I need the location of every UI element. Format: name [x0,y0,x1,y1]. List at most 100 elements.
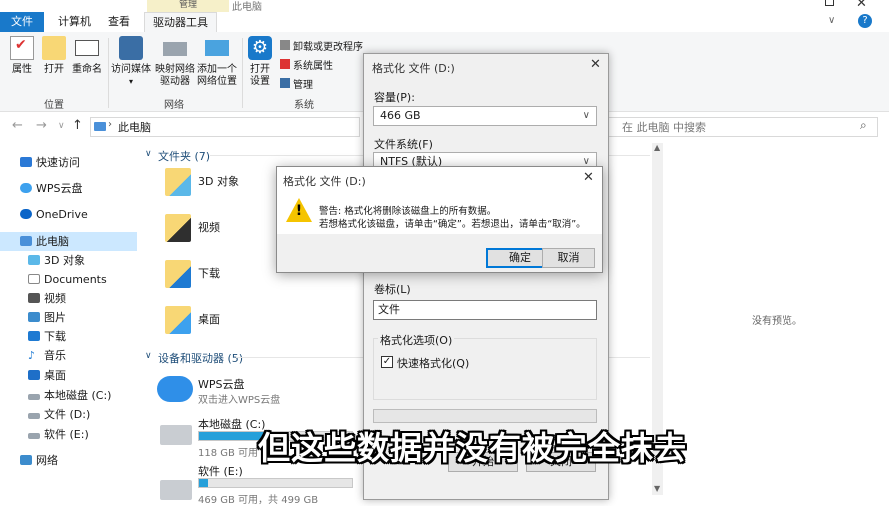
sidebar-item-quick-access[interactable]: 快速访问 [20,154,80,172]
folder-desktop-label[interactable]: 桌面 [198,311,220,327]
sidebar-item-this-pc[interactable]: 此电脑 [20,233,69,251]
chevron-down-icon[interactable]: ∨ [145,149,152,159]
back-arrow-icon[interactable]: ← [12,118,23,133]
sidebar-item-3d[interactable]: 3D 对象 [28,252,85,270]
drive-icon [28,433,40,439]
chevron-down-icon[interactable]: ∨ [58,121,65,131]
sidebar-item-network[interactable]: 网络 [20,452,58,470]
add-network-location-button[interactable]: 添加一个网络位置 [197,36,237,88]
up-arrow-icon[interactable]: ↑ [72,118,83,133]
properties-icon: ✔ [10,36,34,60]
search-placeholder: 在 此电脑 中搜索 [622,121,706,134]
close-icon[interactable]: ✕ [590,57,601,72]
chevron-down-icon[interactable]: ∨ [145,351,152,361]
devices-header[interactable]: 设备和驱动器 (5) [158,350,243,366]
maximize-icon[interactable] [825,0,834,6]
uninstall-program-button[interactable]: 卸载或更改程序 [280,38,363,53]
media-icon [119,36,143,60]
window-close-icon[interactable]: ✕ [856,0,867,11]
rename-button[interactable]: 重命名 [70,36,104,76]
tab-drive-tools[interactable]: 驱动器工具 [144,12,217,32]
tab-computer[interactable]: 计算机 [50,12,99,32]
group-label-network: 网络 [164,100,184,111]
access-media-button[interactable]: 访问媒体 ▾ [111,36,151,88]
volume-label: 卷标(L) [374,283,411,296]
computer-manage-icon [280,78,290,88]
close-icon[interactable]: ✕ [583,170,594,185]
warning-line-1: 警告: 格式化将删除该磁盘上的所有数据。 [319,206,497,217]
warning-dialog: 格式化 文件 (D:) ✕ ! 警告: 格式化将删除该磁盘上的所有数据。 若想格… [276,166,603,273]
sidebar-item-drive-c[interactable]: 本地磁盘 (C:) [28,387,111,405]
sidebar-item-documents[interactable]: Documents [28,271,107,289]
system-properties-button[interactable]: 系统属性 [280,57,333,72]
volume-input[interactable]: 文件 [373,300,597,320]
document-icon [28,274,40,284]
forward-arrow-icon[interactable]: → [36,118,47,133]
folder-videos-icon[interactable] [165,214,191,242]
map-network-drive-button[interactable]: 映射网络驱动器 [155,36,195,88]
tab-view[interactable]: 查看 [100,12,138,32]
capacity-select[interactable]: 466 GB ∨ [373,106,597,126]
folder-downloads-icon[interactable] [165,260,191,288]
drive-e-size: 469 GB 可用，共 499 GB [198,495,319,506]
sidebar-item-drive-e[interactable]: 软件 (E:) [28,426,89,444]
sidebar-item-videos[interactable]: 视频 [28,290,66,308]
chevron-down-icon: ▾ [128,77,133,86]
sidebar-item-downloads[interactable]: 下载 [28,328,66,346]
folder-downloads-label[interactable]: 下载 [198,265,220,281]
folders-header[interactable]: 文件夹 (7) [158,148,210,164]
drive-c-icon[interactable] [160,425,192,445]
scroll-up-icon[interactable]: ▲ [654,143,660,152]
cancel-button[interactable]: 取消 [542,248,595,268]
picture-icon [28,312,40,322]
folder-videos-label[interactable]: 视频 [198,219,220,235]
tab-file[interactable]: 文件 [0,12,44,32]
wps-cloud-icon[interactable] [157,376,193,402]
filesystem-label: 文件系统(F) [374,138,433,151]
folder-desktop-icon[interactable] [165,306,191,334]
ribbon-separator [108,38,109,108]
title-bar [0,0,889,12]
folder-3d-label[interactable]: 3D 对象 [198,173,239,189]
wps-cloud-sub: 双击进入WPS云盘 [198,395,281,406]
chevron-down-icon[interactable]: ∨ [828,15,835,26]
sidebar-item-drive-d[interactable]: 文件 (D:) [28,406,90,424]
cloud-icon [20,183,32,193]
drive-e-label[interactable]: 软件 (E:) [198,463,243,479]
wps-cloud-label[interactable]: WPS云盘 [198,376,245,392]
pc-icon [20,236,32,246]
drive-c-label[interactable]: 本地磁盘 (C:) [198,416,265,432]
warning-exclamation: ! [295,203,303,219]
desktop-icon [28,370,40,380]
rename-icon [75,40,99,56]
folder-open-icon [42,36,66,60]
folder-3d-icon[interactable] [165,168,191,196]
drive-e-usage-fill [199,479,209,487]
help-icon[interactable]: ? [858,14,872,28]
sidebar-item-desktop[interactable]: 桌面 [28,367,66,385]
network-icon [20,455,32,465]
search-icon[interactable]: ⌕ [860,118,867,133]
sidebar-item-pictures[interactable]: 图片 [28,309,66,327]
format-progress-bar [373,409,597,423]
quick-format-checkbox[interactable]: ✓ [381,356,393,368]
cube-icon [28,255,40,265]
sidebar-item-wps[interactable]: WPS云盘 [20,180,83,198]
preview-text: 没有预览。 [752,316,802,327]
uninstall-icon [280,40,290,50]
scroll-down-icon[interactable]: ▼ [654,484,660,493]
open-settings-button[interactable]: ⚙ 打开设置 [246,36,274,88]
manage-button[interactable]: 管理 [280,76,313,91]
properties-button[interactable]: ✔ 属性 [8,36,36,76]
drive-e-icon[interactable] [160,480,192,500]
chevron-right-icon: › [108,119,112,130]
check-icon [280,59,290,69]
video-subtitle: 但这些数据并没有被完全抹去 [258,429,688,467]
context-tab-header: 管理 [147,0,229,12]
sidebar-item-onedrive[interactable]: OneDrive [20,206,88,224]
format-dialog-title: 格式化 文件 (D:) [372,62,455,75]
group-label-location: 位置 [44,100,64,111]
open-button[interactable]: 打开 [40,36,68,76]
sidebar-item-music[interactable]: ♪ 音乐 [28,347,66,365]
quick-format-label[interactable]: 快速格式化(Q) [397,355,469,371]
